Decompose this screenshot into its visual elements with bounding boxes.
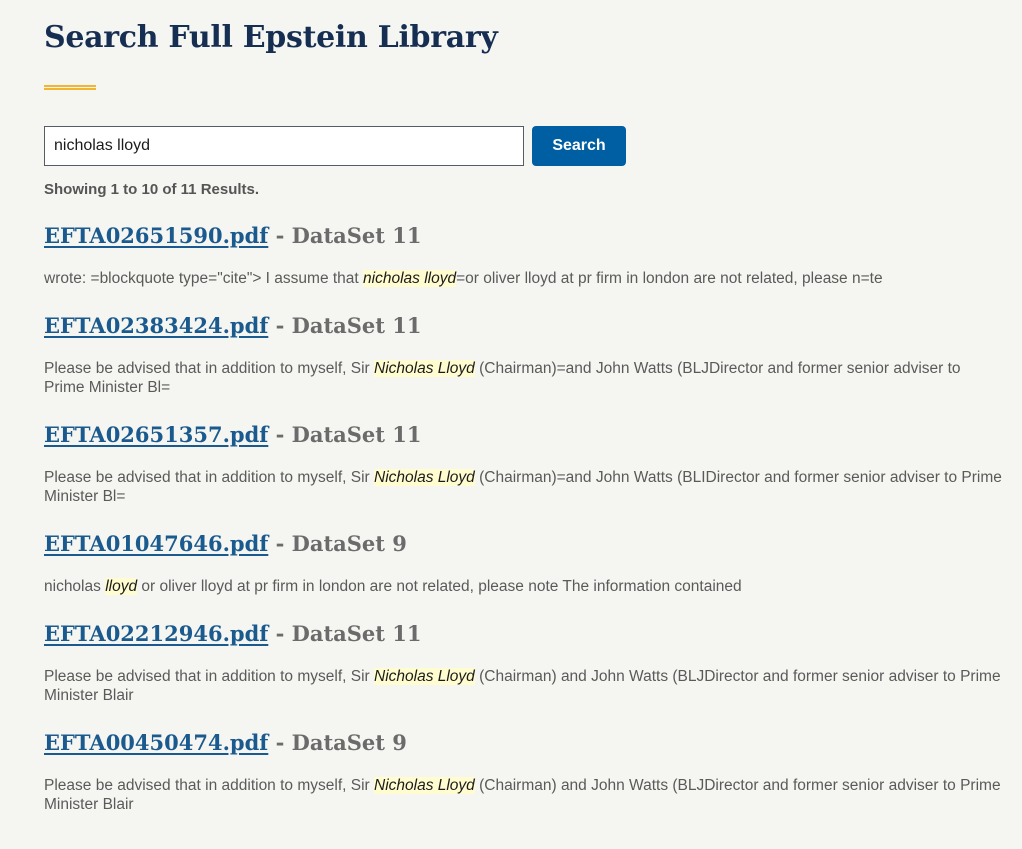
snippet-text: or oliver lloyd at pr firm in london are…: [137, 578, 742, 595]
result-snippet: Please be advised that in addition to my…: [44, 468, 1004, 506]
result-file-link[interactable]: EFTA02212946.pdf: [44, 621, 268, 646]
snippet-text: Please be advised that in addition to my…: [44, 668, 374, 685]
result-snippet: Please be advised that in addition to my…: [44, 359, 1004, 397]
result-snippet: Please be advised that in addition to my…: [44, 667, 1004, 705]
result-snippet: nicholas lloyd or oliver lloyd at pr fir…: [44, 577, 1004, 596]
search-input[interactable]: [44, 126, 524, 166]
result-separator: -: [268, 621, 292, 646]
results-count: Showing 1 to 10 of 11 Results.: [44, 181, 260, 198]
result-separator: -: [268, 531, 292, 556]
result-separator: -: [268, 223, 292, 248]
search-form: Search: [44, 126, 626, 166]
title-accent-underline: [44, 85, 96, 90]
result-item: EFTA02651590.pdf - DataSet 11 wrote: =blo…: [44, 222, 1004, 288]
result-dataset: DataSet 11: [291, 313, 422, 338]
search-term-highlight: Nicholas Lloyd: [374, 668, 475, 685]
result-item: EFTA00450474.pdf - DataSet 9 Please be ad…: [44, 729, 1004, 814]
result-heading: EFTA02651590.pdf - DataSet 11: [44, 222, 1004, 250]
result-item: EFTA01047646.pdf - DataSet 9 nicholas llo…: [44, 530, 1004, 596]
results-list: EFTA02651590.pdf - DataSet 11 wrote: =blo…: [44, 222, 1004, 814]
snippet-text: Please be advised that in addition to my…: [44, 469, 374, 486]
search-button[interactable]: Search: [532, 126, 626, 166]
result-snippet: wrote: =blockquote type="cite"> I assume…: [44, 269, 1004, 288]
search-term-highlight: Nicholas Lloyd: [374, 360, 475, 377]
result-heading: EFTA02383424.pdf - DataSet 11: [44, 312, 1004, 340]
result-dataset: DataSet 11: [291, 223, 422, 248]
result-item: EFTA02212946.pdf - DataSet 11 Please be a…: [44, 620, 1004, 705]
result-dataset: DataSet 9: [291, 730, 407, 755]
result-item: EFTA02651357.pdf - DataSet 11 Please be a…: [44, 421, 1004, 506]
result-separator: -: [268, 313, 292, 338]
result-file-link[interactable]: EFTA02651357.pdf: [44, 422, 268, 447]
result-dataset: DataSet 11: [291, 621, 422, 646]
result-file-link[interactable]: EFTA02651590.pdf: [44, 223, 268, 248]
result-item: EFTA02383424.pdf - DataSet 11 Please be a…: [44, 312, 1004, 397]
result-dataset: DataSet 11: [291, 422, 422, 447]
result-dataset: DataSet 9: [291, 531, 407, 556]
result-heading: EFTA00450474.pdf - DataSet 9: [44, 729, 1004, 757]
result-heading: EFTA01047646.pdf - DataSet 9: [44, 530, 1004, 558]
snippet-text: nicholas: [44, 578, 106, 595]
search-term-highlight: Nicholas Lloyd: [374, 469, 475, 486]
result-heading: EFTA02212946.pdf - DataSet 11: [44, 620, 1004, 648]
snippet-text: Please be advised that in addition to my…: [44, 777, 374, 794]
result-separator: -: [268, 730, 292, 755]
result-snippet: Please be advised that in addition to my…: [44, 776, 1004, 814]
result-file-link[interactable]: EFTA01047646.pdf: [44, 531, 268, 556]
result-separator: -: [268, 422, 292, 447]
snippet-text: wrote: =blockquote type="cite"> I assume…: [44, 270, 364, 287]
result-heading: EFTA02651357.pdf - DataSet 11: [44, 421, 1004, 449]
snippet-text: Please be advised that in addition to my…: [44, 360, 374, 377]
snippet-text: =or oliver lloyd at pr firm in london ar…: [456, 270, 883, 287]
search-term-highlight: nicholas lloyd: [363, 270, 457, 287]
search-term-highlight: Nicholas Lloyd: [374, 777, 475, 794]
result-file-link[interactable]: EFTA02383424.pdf: [44, 313, 268, 338]
page-title: Search Full Epstein Library: [44, 20, 498, 55]
search-term-highlight: lloyd: [105, 578, 138, 595]
result-file-link[interactable]: EFTA00450474.pdf: [44, 730, 268, 755]
